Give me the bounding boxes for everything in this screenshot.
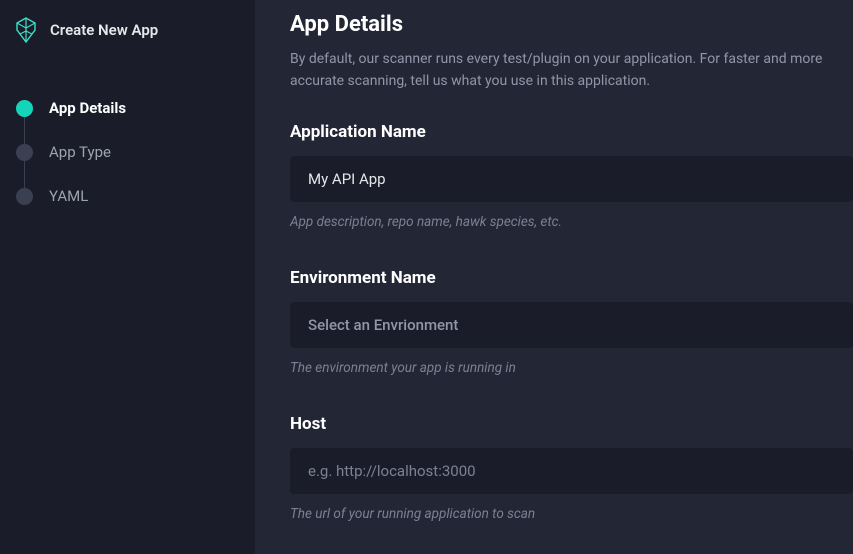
- sidebar-title: Create New App: [50, 21, 158, 39]
- form-group-app-name: Application Name App description, repo n…: [290, 122, 853, 230]
- sidebar-header: Create New App: [8, 16, 255, 44]
- step-dot-icon: [16, 100, 33, 117]
- step-list: App Details App Type YAML: [8, 86, 255, 218]
- env-name-hint: The environment your app is running in: [290, 360, 853, 376]
- app-name-input[interactable]: [290, 156, 853, 202]
- logo-icon: [12, 16, 40, 44]
- step-dot-icon: [16, 188, 33, 205]
- host-label: Host: [290, 414, 853, 434]
- step-label: App Details: [49, 99, 126, 117]
- step-app-details[interactable]: App Details: [16, 86, 255, 130]
- step-label: App Type: [49, 143, 111, 161]
- step-yaml[interactable]: YAML: [16, 174, 255, 218]
- host-input[interactable]: [290, 448, 853, 494]
- step-label: YAML: [49, 187, 88, 205]
- app-name-label: Application Name: [290, 122, 853, 142]
- env-name-placeholder: Select an Envrionment: [308, 316, 458, 334]
- page-description: By default, our scanner runs every test/…: [290, 49, 853, 92]
- page-title: App Details: [290, 12, 853, 37]
- app-name-hint: App description, repo name, hawk species…: [290, 214, 853, 230]
- main-content: App Details By default, our scanner runs…: [255, 0, 853, 554]
- step-app-type[interactable]: App Type: [16, 130, 255, 174]
- form-group-host: Host The url of your running application…: [290, 414, 853, 522]
- env-name-select[interactable]: Select an Envrionment: [290, 302, 853, 348]
- host-hint: The url of your running application to s…: [290, 506, 853, 522]
- sidebar: Create New App App Details App Type YAML: [0, 0, 255, 554]
- step-dot-icon: [16, 144, 33, 161]
- form-group-env-name: Environment Name Select an Envrionment T…: [290, 268, 853, 376]
- env-name-label: Environment Name: [290, 268, 853, 288]
